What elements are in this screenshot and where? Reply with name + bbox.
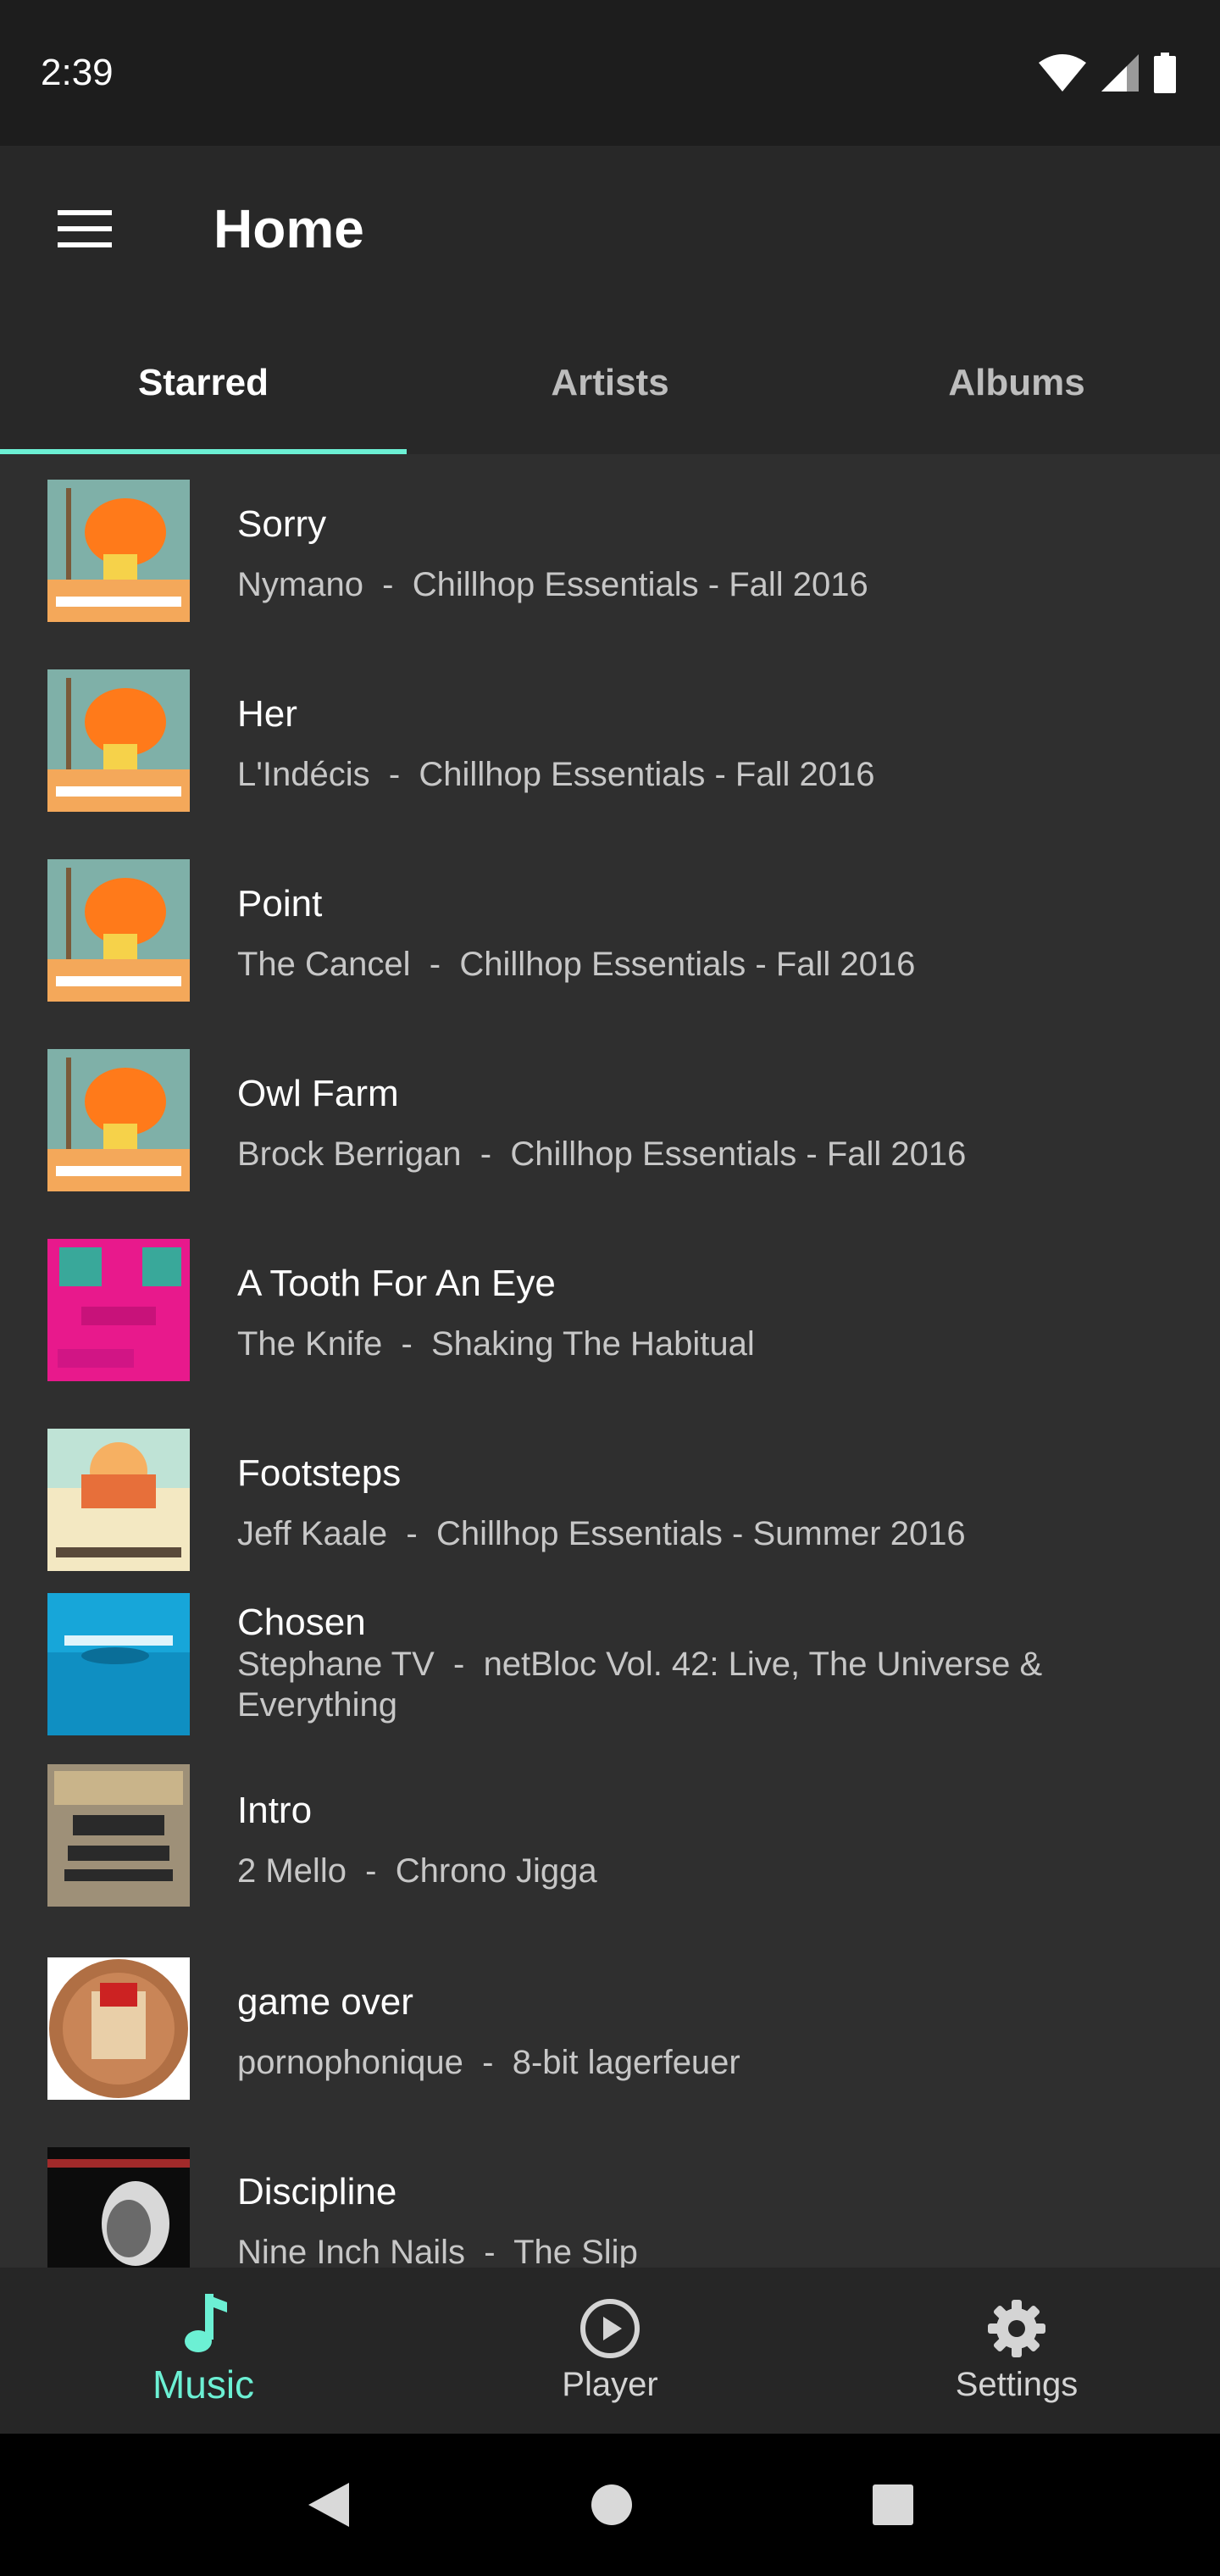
tab-bar: Starred Artists Albums xyxy=(0,312,1220,454)
song-title: Chosen xyxy=(237,1602,366,1643)
album-art xyxy=(47,1429,190,1571)
song-subtitle: The Knife - Shaking The Habitual xyxy=(237,1325,755,1363)
album-art xyxy=(47,1593,190,1735)
album-art xyxy=(47,1764,190,1907)
tab-artists[interactable]: Artists xyxy=(407,312,813,454)
recents-icon[interactable] xyxy=(871,2483,915,2527)
song-title: Owl Farm xyxy=(237,1073,399,1114)
song-subtitle: Nymano - Chillhop Essentials - Fall 2016 xyxy=(237,566,868,603)
album-art xyxy=(47,859,190,1002)
status-icons xyxy=(1039,53,1176,93)
battery-icon xyxy=(1154,53,1176,93)
song-subtitle: Brock Berrigan - Chillhop Essentials - F… xyxy=(237,1135,967,1173)
song-row[interactable]: Chosen Stephane TV - netBloc Vol. 42: Li… xyxy=(0,1573,1220,1742)
song-title: Footsteps xyxy=(237,1452,402,1494)
album-art xyxy=(47,669,190,812)
song-row[interactable]: game over pornophonique - 8-bit lagerfeu… xyxy=(0,1932,1220,2122)
bottom-navigation: Music Player Settings xyxy=(0,2268,1220,2434)
song-row[interactable]: Her L'Indécis - Chillhop Essentials - Fa… xyxy=(0,644,1220,834)
song-subtitle: The Cancel - Chillhop Essentials - Fall … xyxy=(237,946,916,983)
wifi-icon xyxy=(1039,54,1086,92)
signal-icon xyxy=(1101,54,1139,92)
song-title: Sorry xyxy=(237,503,327,545)
song-subtitle: 2 Mello - Chrono Jigga xyxy=(237,1852,597,1890)
nav-label: Music xyxy=(152,2362,255,2407)
album-art xyxy=(47,1957,190,2100)
album-art xyxy=(47,1049,190,1191)
song-title: Intro xyxy=(237,1790,313,1831)
song-row[interactable]: Footsteps Jeff Kaale - Chillhop Essentia… xyxy=(0,1403,1220,1573)
song-list[interactable]: Sorry Nymano - Chillhop Essentials - Fal… xyxy=(0,454,1220,2268)
menu-button[interactable] xyxy=(42,186,127,271)
nav-label: Player xyxy=(562,2365,658,2403)
song-row[interactable]: Owl Farm Brock Berrigan - Chillhop Essen… xyxy=(0,1024,1220,1213)
song-subtitle: L'Indécis - Chillhop Essentials - Fall 2… xyxy=(237,756,875,793)
status-bar: 2:39 xyxy=(0,0,1220,146)
song-title: A Tooth For An Eye xyxy=(237,1263,556,1304)
nav-settings[interactable]: Settings xyxy=(813,2268,1220,2434)
song-title: game over xyxy=(237,1981,413,2023)
system-navigation-bar xyxy=(0,2434,1220,2576)
hamburger-menu-icon xyxy=(58,210,112,247)
status-time: 2:39 xyxy=(41,52,114,93)
nav-label: Settings xyxy=(955,2365,1079,2403)
app-bar: Home xyxy=(0,146,1220,312)
song-subtitle: Jeff Kaale - Chillhop Essentials - Summe… xyxy=(237,1515,966,1552)
tab-starred[interactable]: Starred xyxy=(0,312,407,454)
music-note-icon xyxy=(185,2294,227,2352)
song-row[interactable]: Discipline Nine Inch Nails - The Slip xyxy=(0,2122,1220,2268)
album-art xyxy=(47,1239,190,1381)
home-icon[interactable] xyxy=(590,2483,634,2527)
tab-albums[interactable]: Albums xyxy=(813,312,1220,454)
album-art xyxy=(47,2147,190,2268)
album-art xyxy=(47,480,190,622)
song-row[interactable]: A Tooth For An Eye The Knife - Shaking T… xyxy=(0,1213,1220,1403)
page-title: Home xyxy=(214,198,364,259)
song-row[interactable]: Sorry Nymano - Chillhop Essentials - Fal… xyxy=(0,454,1220,644)
song-subtitle: pornophonique - 8-bit lagerfeuer xyxy=(237,2044,740,2081)
song-subtitle: Nine Inch Nails - The Slip xyxy=(237,2234,638,2268)
song-title: Point xyxy=(237,883,323,924)
song-row[interactable]: Point The Cancel - Chillhop Essentials -… xyxy=(0,834,1220,1024)
song-title: Her xyxy=(237,693,297,735)
nav-player[interactable]: Player xyxy=(407,2268,813,2434)
back-icon[interactable] xyxy=(305,2479,352,2530)
nav-music[interactable]: Music xyxy=(0,2268,407,2434)
song-subtitle: Stephane TV - netBloc Vol. 42: Live, The… xyxy=(237,1646,1043,1724)
play-circle-icon xyxy=(580,2298,640,2358)
gear-icon xyxy=(988,2299,1045,2357)
song-title: Discipline xyxy=(237,2171,397,2212)
song-row[interactable]: Intro 2 Mello - Chrono Jigga xyxy=(0,1742,1220,1932)
